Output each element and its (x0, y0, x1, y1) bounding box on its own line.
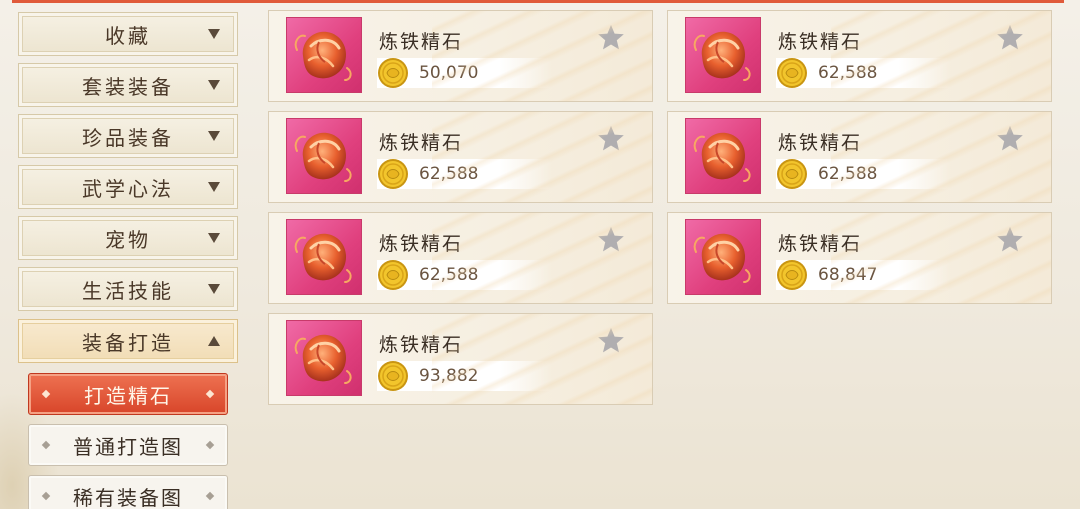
category-label: 装备打造 (82, 330, 174, 355)
item-price: 62,588 (818, 63, 878, 83)
item-name: 炼铁精石 (778, 233, 863, 255)
category-label: 珍品装备 (82, 125, 174, 150)
item-card[interactable]: 炼铁精石 50,070 (268, 10, 653, 102)
item-card[interactable]: 炼铁精石 93,882 (268, 313, 653, 405)
item-name: 炼铁精石 (379, 132, 464, 154)
category-sidebar: 收藏 套装装备 珍品装备 武学心法 宠物 生活技能 装备打造 打造精石 普通打造… (0, 0, 255, 509)
diamond-ornament-icon (205, 440, 215, 450)
item-card[interactable]: 炼铁精石 62,588 (268, 212, 653, 304)
item-name: 炼铁精石 (778, 31, 863, 53)
favorite-star-icon[interactable] (995, 124, 1025, 154)
subcategory-crafting-stones[interactable]: 打造精石 (28, 373, 228, 415)
category-life-skills[interactable]: 生活技能 (18, 267, 238, 311)
gold-coin-icon (378, 58, 408, 88)
item-card[interactable]: 炼铁精石 68,847 (667, 212, 1052, 304)
subcategory-label: 普通打造图 (73, 434, 183, 459)
chevron-down-icon (208, 80, 220, 90)
favorite-star-icon[interactable] (995, 23, 1025, 53)
favorite-star-icon[interactable] (596, 23, 626, 53)
chevron-down-icon (208, 284, 220, 294)
gold-coin-icon (378, 361, 408, 391)
category-label: 武学心法 (82, 176, 174, 201)
category-set-equipment[interactable]: 套装装备 (18, 63, 238, 107)
subcategory-label: 稀有装备图 (73, 485, 183, 509)
chevron-up-icon (208, 336, 220, 346)
item-name: 炼铁精石 (379, 31, 464, 53)
item-price: 68,847 (818, 265, 878, 285)
favorite-star-icon[interactable] (596, 326, 626, 356)
item-name: 炼铁精石 (778, 132, 863, 154)
category-label: 宠物 (105, 227, 151, 252)
subcategory-label: 打造精石 (84, 383, 172, 408)
diamond-ornament-icon (205, 389, 215, 399)
item-price: 50,070 (419, 63, 479, 83)
diamond-ornament-icon (41, 389, 51, 399)
subcategory-rare-blueprints[interactable]: 稀有装备图 (28, 475, 228, 509)
item-price: 62,588 (419, 265, 479, 285)
chevron-down-icon (208, 233, 220, 243)
chevron-down-icon (208, 131, 220, 141)
category-rare-equipment[interactable]: 珍品装备 (18, 114, 238, 158)
item-card[interactable]: 炼铁精石 62,588 (667, 111, 1052, 203)
diamond-ornament-icon (41, 440, 51, 450)
chevron-down-icon (208, 29, 220, 39)
refining-stone-icon (286, 17, 362, 93)
diamond-ornament-icon (205, 491, 215, 501)
category-martial-arts[interactable]: 武学心法 (18, 165, 238, 209)
item-name: 炼铁精石 (379, 233, 464, 255)
diamond-ornament-icon (41, 491, 51, 501)
gold-coin-icon (378, 159, 408, 189)
category-pets[interactable]: 宠物 (18, 216, 238, 260)
gold-coin-icon (777, 58, 807, 88)
gold-coin-icon (777, 159, 807, 189)
refining-stone-icon (685, 17, 761, 93)
category-label: 套装装备 (82, 74, 174, 99)
item-price: 62,588 (818, 164, 878, 184)
favorite-star-icon[interactable] (596, 124, 626, 154)
refining-stone-icon (286, 219, 362, 295)
subcategory-common-blueprints[interactable]: 普通打造图 (28, 424, 228, 466)
category-label: 生活技能 (82, 278, 174, 303)
refining-stone-icon (286, 118, 362, 194)
category-label: 收藏 (105, 23, 151, 48)
item-name: 炼铁精石 (379, 334, 464, 356)
chevron-down-icon (208, 182, 220, 192)
favorite-star-icon[interactable] (995, 225, 1025, 255)
item-card[interactable]: 炼铁精石 62,588 (268, 111, 653, 203)
favorite-star-icon[interactable] (596, 225, 626, 255)
item-card[interactable]: 炼铁精石 62,588 (667, 10, 1052, 102)
category-equipment-crafting[interactable]: 装备打造 (18, 319, 238, 363)
category-favorites[interactable]: 收藏 (18, 12, 238, 56)
refining-stone-icon (685, 219, 761, 295)
item-price: 62,588 (419, 164, 479, 184)
gold-coin-icon (777, 260, 807, 290)
item-price: 93,882 (419, 366, 479, 386)
refining-stone-icon (286, 320, 362, 396)
refining-stone-icon (685, 118, 761, 194)
gold-coin-icon (378, 260, 408, 290)
